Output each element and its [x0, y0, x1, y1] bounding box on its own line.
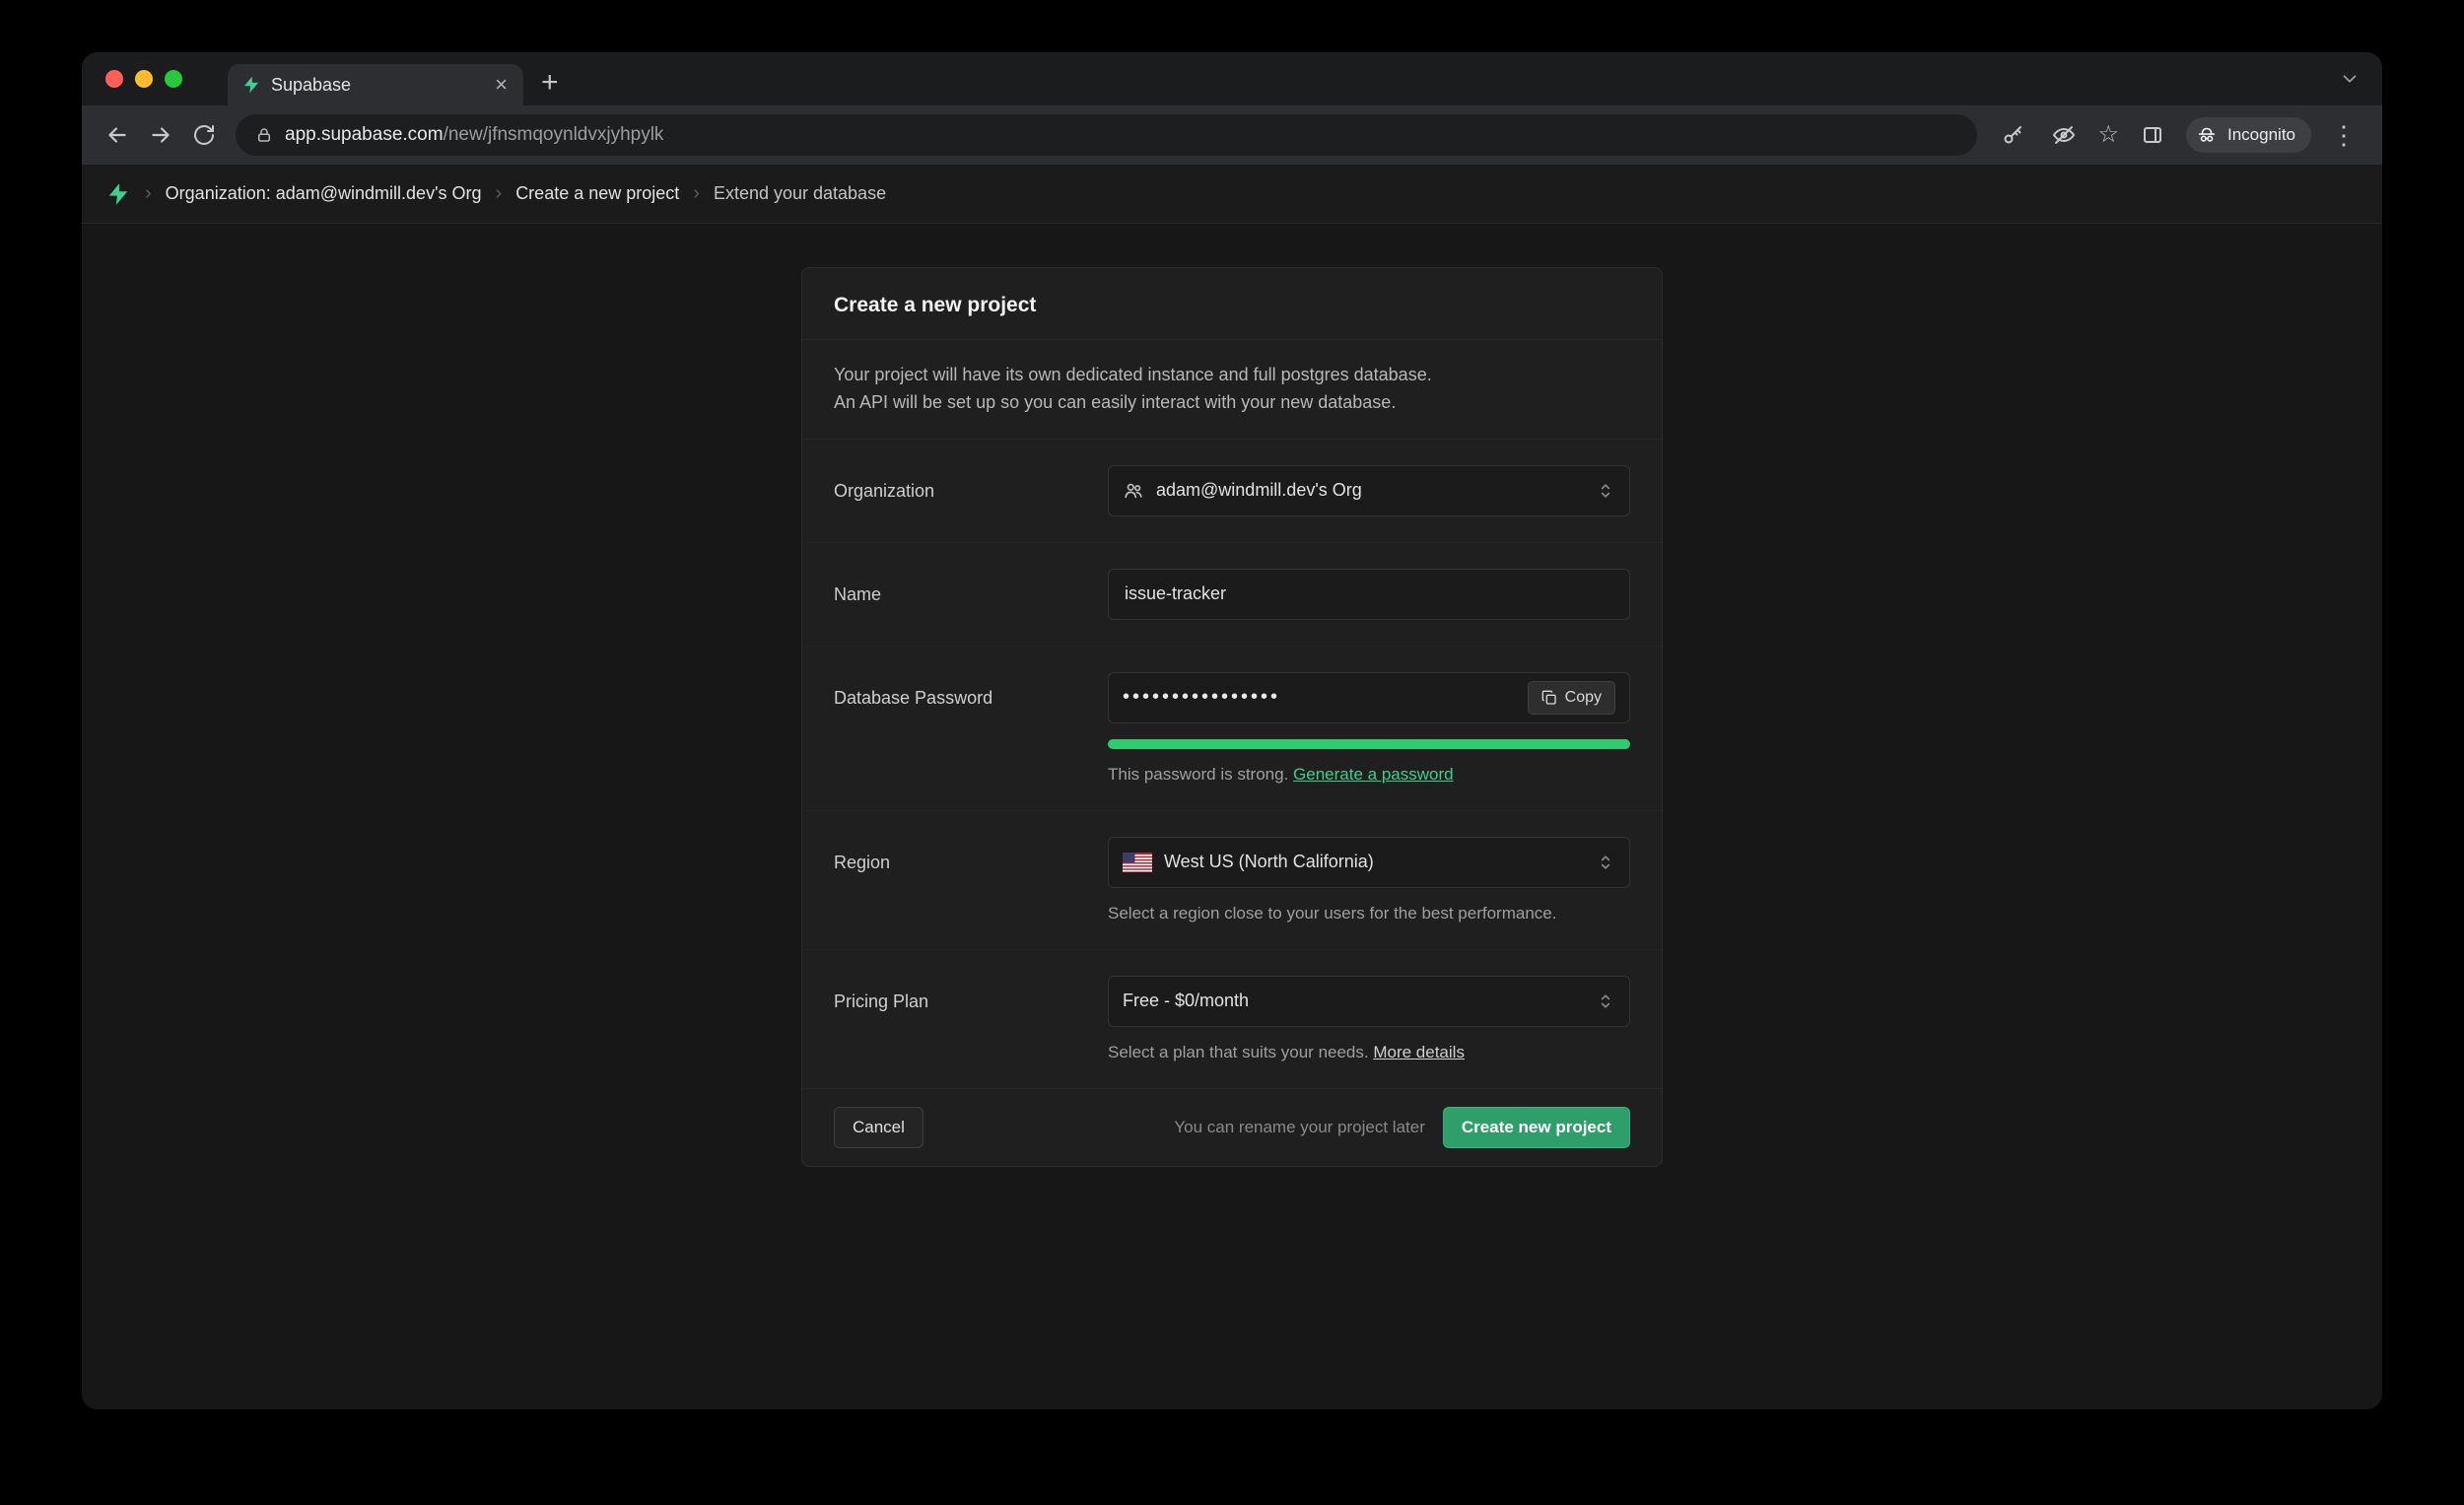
incognito-badge: Incognito [2186, 117, 2311, 153]
region-helper: Select a region close to your users for … [1108, 904, 1630, 924]
breadcrumb-create-project[interactable]: Create a new project [515, 183, 679, 204]
toolbar-actions: ☆ Incognito ⋮ [1995, 117, 2364, 153]
supabase-logo-icon[interactable] [105, 181, 131, 207]
supabase-favicon-icon [241, 75, 261, 95]
pricing-helper: Select a plan that suits your needs. Mor… [1108, 1043, 1630, 1062]
password-row: Database Password Copy [802, 646, 1662, 810]
breadcrumb-separator-icon: › [693, 182, 700, 205]
app-content: Create a new project Your project will h… [82, 224, 2382, 1409]
copy-password-button[interactable]: Copy [1528, 681, 1615, 715]
cancel-button[interactable]: Cancel [834, 1107, 924, 1148]
card-footer: Cancel You can rename your project later… [802, 1088, 1662, 1166]
tab-search-chevron-icon[interactable] [2339, 68, 2361, 90]
browser-menu-button[interactable]: ⋮ [2327, 122, 2361, 148]
users-icon [1123, 480, 1144, 502]
password-label: Database Password [834, 672, 1108, 785]
password-strength-bar [1108, 739, 1630, 749]
lock-icon[interactable] [255, 126, 273, 144]
pricing-value: Free - $0/month [1123, 991, 1249, 1011]
password-helper: This password is strong. Generate a pass… [1108, 765, 1630, 785]
visibility-off-icon[interactable] [2046, 117, 2082, 153]
select-chevrons-icon [1596, 481, 1615, 501]
region-label: Region [834, 837, 1108, 924]
back-button[interactable] [100, 117, 135, 153]
supabase-app: › Organization: adam@windmill.dev's Org … [82, 165, 2382, 1409]
region-select[interactable]: West US (North California) [1108, 837, 1630, 888]
pricing-row: Pricing Plan Free - $0/month Select a pl… [802, 949, 1662, 1088]
card-description: Your project will have its own dedicated… [802, 340, 1662, 440]
side-panel-icon[interactable] [2135, 117, 2170, 153]
name-label: Name [834, 569, 1108, 620]
window-controls [105, 70, 182, 88]
organization-label: Organization [834, 465, 1108, 516]
create-project-card: Create a new project Your project will h… [801, 267, 1663, 1167]
organization-row: Organization adam@windmill.dev's Org [802, 440, 1662, 542]
password-key-icon[interactable] [1995, 117, 2030, 153]
organization-value: adam@windmill.dev's Org [1156, 480, 1362, 501]
breadcrumb-organization[interactable]: Organization: adam@windmill.dev's Org [166, 183, 482, 204]
zoom-window-button[interactable] [165, 70, 182, 88]
minimize-window-button[interactable] [135, 70, 153, 88]
browser-tab[interactable]: Supabase × [228, 64, 523, 105]
breadcrumb-separator-icon: › [145, 182, 152, 205]
incognito-icon [2196, 124, 2218, 146]
password-strength-text: This password is strong. [1108, 765, 1288, 784]
region-row: Region West US (North California) Select… [802, 810, 1662, 949]
tab-title: Supabase [271, 75, 483, 96]
close-tab-icon[interactable]: × [493, 74, 510, 96]
organization-select[interactable]: adam@windmill.dev's Org [1108, 465, 1630, 516]
reload-button[interactable] [186, 117, 222, 153]
select-chevrons-icon [1596, 853, 1615, 872]
generate-password-link[interactable]: Generate a password [1293, 765, 1454, 784]
copy-label: Copy [1565, 689, 1602, 707]
close-window-button[interactable] [105, 70, 123, 88]
tab-strip: Supabase × + [82, 52, 2382, 105]
select-chevrons-icon [1596, 992, 1615, 1011]
password-field: Copy [1108, 672, 1630, 723]
region-value: West US (North California) [1164, 852, 1374, 872]
description-line-2: An API will be set up so you can easily … [834, 389, 1630, 417]
breadcrumb-separator-icon: › [496, 182, 503, 205]
bookmark-star-icon[interactable]: ☆ [2097, 123, 2119, 147]
new-tab-button[interactable]: + [541, 68, 559, 98]
copy-icon [1541, 690, 1557, 706]
database-password-input[interactable] [1123, 686, 1516, 709]
more-details-link[interactable]: More details [1373, 1043, 1465, 1061]
forward-button[interactable] [143, 117, 178, 153]
browser-window: Supabase × + app.supabase.com/new/jfnsmq… [82, 52, 2382, 1409]
url-text: app.supabase.com/new/jfnsmqoynldvxjyhpyl… [285, 124, 663, 146]
name-row: Name [802, 542, 1662, 646]
rename-note: You can rename your project later [1174, 1118, 1425, 1137]
browser-toolbar: app.supabase.com/new/jfnsmqoynldvxjyhpyl… [82, 105, 2382, 165]
breadcrumb-extend-database[interactable]: Extend your database [714, 183, 886, 204]
pricing-label: Pricing Plan [834, 976, 1108, 1062]
url-path: /new/jfnsmqoynldvxjyhpylk [444, 124, 664, 145]
pricing-plan-select[interactable]: Free - $0/month [1108, 976, 1630, 1027]
project-name-input[interactable] [1108, 569, 1630, 620]
url-host: app.supabase.com [285, 124, 444, 145]
pricing-helper-text: Select a plan that suits your needs. [1108, 1043, 1369, 1061]
us-flag-icon [1123, 853, 1152, 872]
description-line-1: Your project will have its own dedicated… [834, 362, 1630, 389]
app-header: › Organization: adam@windmill.dev's Org … [82, 165, 2382, 224]
incognito-label: Incognito [2227, 125, 2295, 145]
create-project-button[interactable]: Create new project [1443, 1107, 1630, 1148]
card-header: Create a new project [802, 268, 1662, 340]
address-bar[interactable]: app.supabase.com/new/jfnsmqoynldvxjyhpyl… [236, 114, 1977, 156]
page-title: Create a new project [834, 294, 1630, 317]
